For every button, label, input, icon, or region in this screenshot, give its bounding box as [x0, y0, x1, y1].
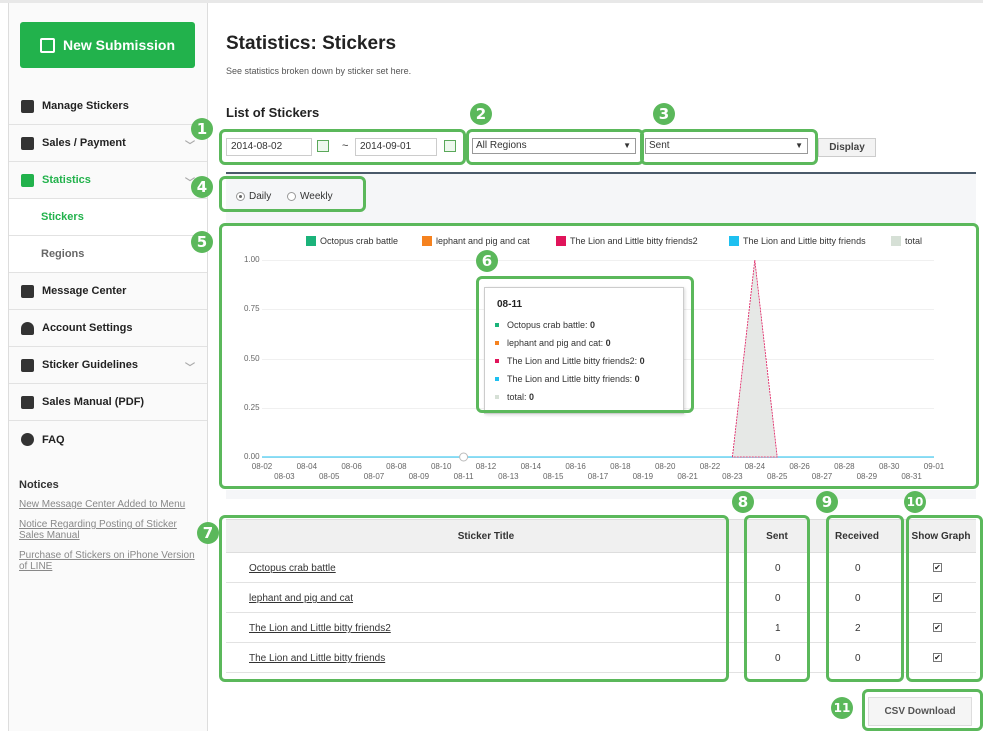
- annotation-number-10: 10: [904, 491, 926, 513]
- annotation-box-9: [826, 515, 904, 682]
- annotation-box-7: [219, 515, 729, 682]
- annotation-box-6: [476, 276, 694, 413]
- annotation-number-2: 2: [470, 103, 492, 125]
- annotation-box-1: [219, 129, 466, 165]
- annotation-number-5: 5: [191, 231, 213, 253]
- annotation-box-2: [466, 129, 644, 165]
- annotation-box-8: [744, 515, 810, 682]
- annotation-number-3: 3: [653, 103, 675, 125]
- annotation-number-8: 8: [732, 491, 754, 513]
- annotation-box-4: [219, 176, 366, 212]
- annotation-number-7: 7: [197, 522, 219, 544]
- annotation-number-9: 9: [816, 491, 838, 513]
- annotation-number-1: 1: [191, 118, 213, 140]
- annotation-number-4: 4: [191, 176, 213, 198]
- annotation-number-11: 11: [831, 697, 853, 719]
- annotation-number-6: 6: [476, 250, 498, 272]
- annotation-box-11: [862, 689, 983, 731]
- annotation-box-10: [906, 515, 983, 682]
- annotation-box-3: [640, 129, 818, 165]
